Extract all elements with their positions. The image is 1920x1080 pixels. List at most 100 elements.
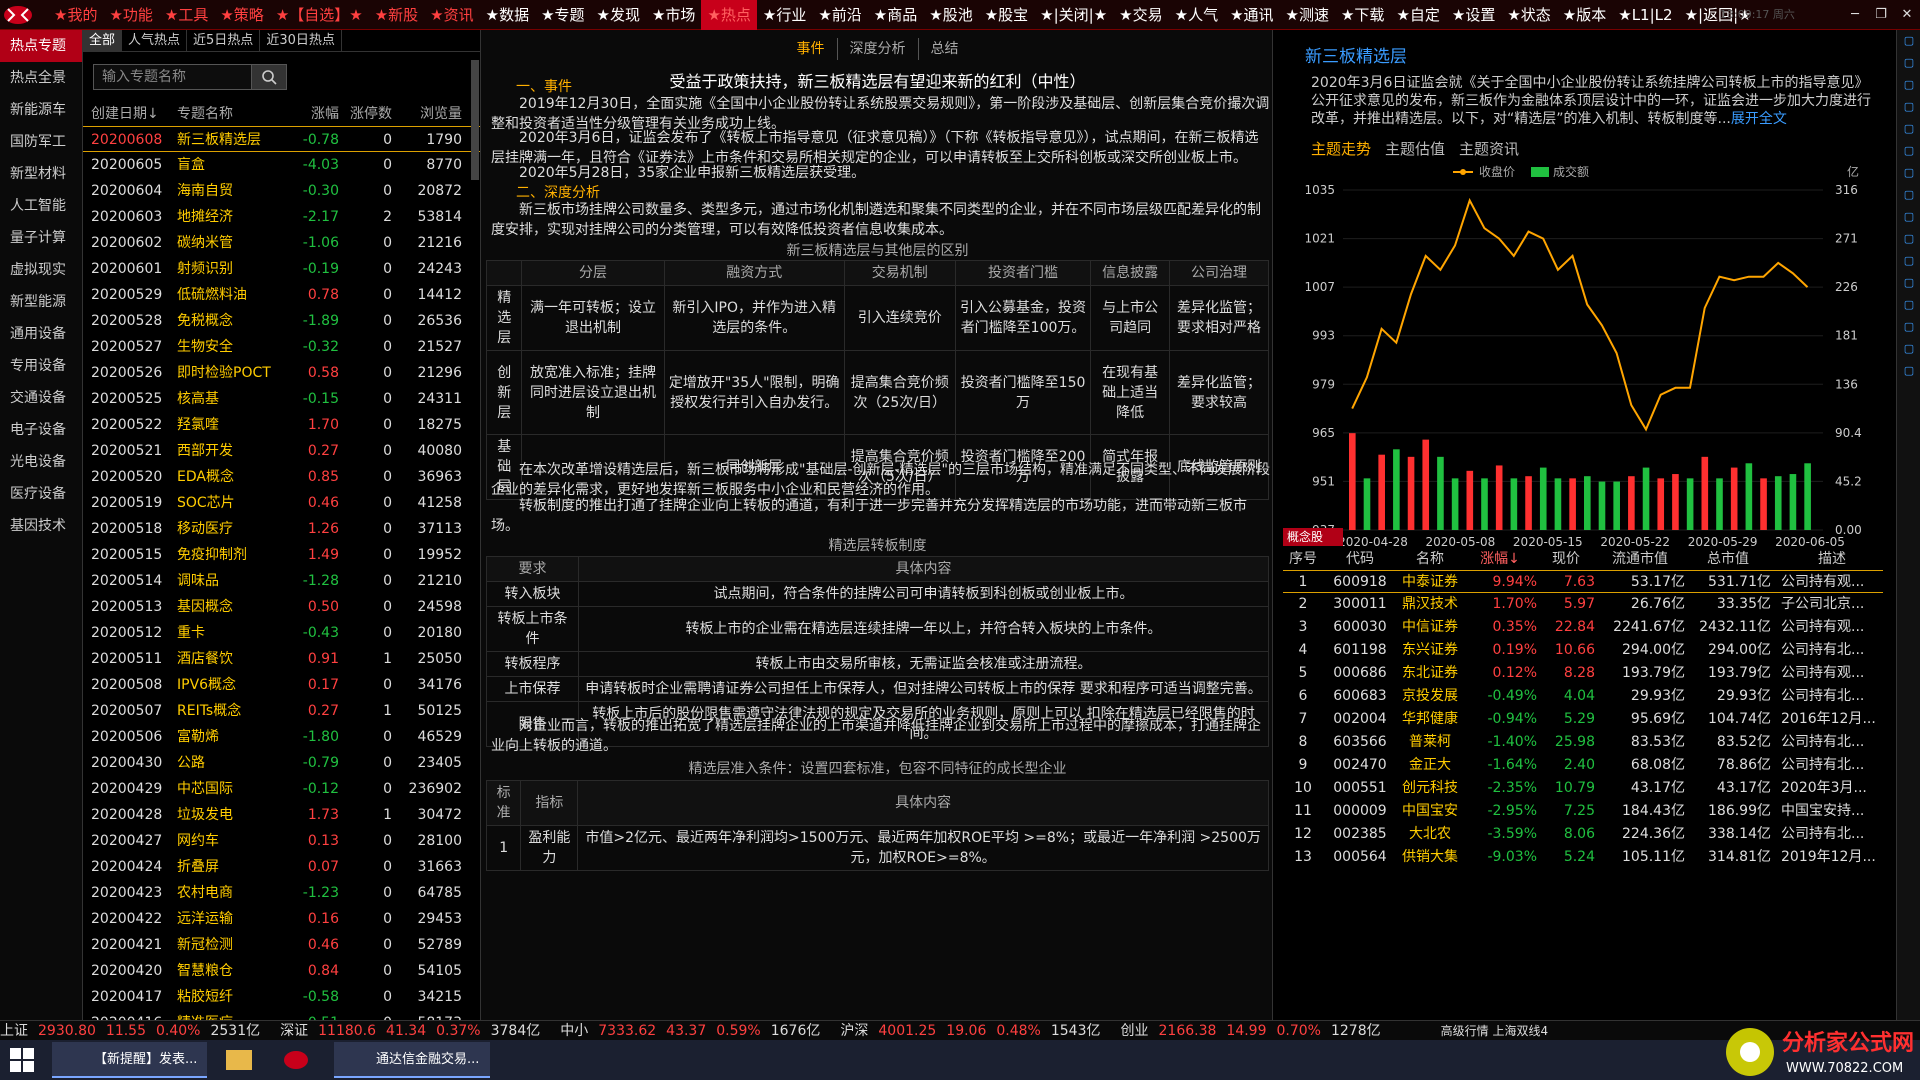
stock-row[interactable]: 12 002385 大北农 -3.59% 8.06 224.36亿 338.14亿 公司持有北…: [1283, 823, 1883, 846]
stock-col-5[interactable]: 流通市值: [1595, 548, 1685, 570]
table-row[interactable]: 20200514 调味品 -1.28 0 21210: [83, 568, 480, 594]
article-tab-1[interactable]: 深度分析: [838, 38, 919, 60]
toolbar-icon-22[interactable]: [1897, 514, 1920, 536]
menu-item-17[interactable]: ★|关闭|★: [1034, 0, 1113, 30]
list-tab-1[interactable]: 人气热点: [122, 30, 188, 52]
list-tab-0[interactable]: 全部: [83, 30, 123, 52]
topic-tab-0[interactable]: 主题走势: [1311, 138, 1371, 159]
menu-item-0[interactable]: ★我的: [48, 0, 103, 30]
menu-item-14[interactable]: ★商品: [868, 0, 923, 30]
taskbar-chrome[interactable]: 【新提醒】发表...: [52, 1042, 207, 1078]
stock-row[interactable]: 4 601198 东兴证券 0.19% 10.66 294.00亿 294.00亿 公司持有北…: [1283, 639, 1883, 662]
topic-tab-2[interactable]: 主题资讯: [1459, 138, 1519, 159]
nav-item-5[interactable]: 人工智能: [0, 190, 82, 222]
stock-row[interactable]: 5 000686 东北证券 0.12% 8.28 193.79亿 193.79亿 公司持有观.…: [1283, 662, 1883, 685]
toolbar-icon-25[interactable]: [1897, 580, 1920, 602]
stock-row[interactable]: 3 600030 中信证券 0.35% 22.84 2241.67亿 2432.11亿 公司持…: [1283, 616, 1883, 639]
nav-item-11[interactable]: 交通设备: [0, 382, 82, 414]
table-row[interactable]: 20200515 免疫抑制剂 1.49 0 19952: [83, 542, 480, 568]
menu-item-25[interactable]: ★状态: [1501, 0, 1556, 30]
app-logo-icon[interactable]: [0, 0, 48, 30]
toolbar-icon-0[interactable]: ▢: [1897, 30, 1920, 52]
toolbar-icon-32[interactable]: [1897, 734, 1920, 756]
menu-item-16[interactable]: ★股宝: [979, 0, 1034, 30]
menu-item-24[interactable]: ★设置: [1446, 0, 1501, 30]
list-col-4[interactable]: 浏览量: [396, 102, 472, 126]
toolbar-icon-13[interactable]: ▢: [1897, 316, 1920, 338]
stock-col-3[interactable]: 涨幅↓: [1463, 548, 1537, 570]
table-row[interactable]: 20200526 即时检验POCT 0.58 0 21296: [83, 360, 480, 386]
toolbar-icon-16[interactable]: [1897, 382, 1920, 404]
menu-item-20[interactable]: ★通讯: [1224, 0, 1279, 30]
stock-row[interactable]: 1 600918 中泰证券 9.94% 7.63 53.17亿 531.71亿 公司持有观..…: [1283, 570, 1883, 593]
nav-item-1[interactable]: 热点全景: [0, 62, 82, 94]
list-col-3[interactable]: 涨停数: [343, 102, 396, 126]
article-tab-0[interactable]: 事件: [785, 38, 838, 60]
table-row[interactable]: 20200608 新三板精选层 -0.78 0 1790: [83, 126, 480, 152]
expand-link[interactable]: 展开全文: [1731, 111, 1787, 127]
menu-item-15[interactable]: ★股池: [923, 0, 978, 30]
menu-item-6[interactable]: ★资讯: [424, 0, 479, 30]
stock-row[interactable]: 6 600683 京投发展 -0.49% 4.04 29.93亿 29.93亿 公司持有北..…: [1283, 685, 1883, 708]
table-row[interactable]: 20200506 富勒烯 -1.80 0 46529: [83, 724, 480, 750]
toolbar-icon-21[interactable]: [1897, 492, 1920, 514]
toolbar-icon-4[interactable]: ▢: [1897, 118, 1920, 140]
nav-item-10[interactable]: 专用设备: [0, 350, 82, 382]
menu-item-18[interactable]: ★交易: [1113, 0, 1168, 30]
menu-item-2[interactable]: ★工具: [159, 0, 214, 30]
toolbar-icon-2[interactable]: ▢: [1897, 74, 1920, 96]
table-row[interactable]: 20200519 SOC芯片 0.46 0 41258: [83, 490, 480, 516]
toolbar-icon-18[interactable]: [1897, 426, 1920, 448]
close-icon[interactable]: ✕: [1894, 0, 1920, 30]
table-row[interactable]: 20200602 碳纳米管 -1.06 0 21216: [83, 230, 480, 256]
toolbar-icon-37[interactable]: [1897, 844, 1920, 866]
toolbar-icon-35[interactable]: [1897, 800, 1920, 822]
menu-item-22[interactable]: ★下载: [1335, 0, 1390, 30]
nav-item-4[interactable]: 新型材料: [0, 158, 82, 190]
stock-col-6[interactable]: 总市值: [1685, 548, 1771, 570]
menu-item-19[interactable]: ★人气: [1169, 0, 1224, 30]
table-row[interactable]: 20200421 新冠检测 0.46 0 52789: [83, 932, 480, 958]
toolbar-icon-39[interactable]: [1897, 888, 1920, 910]
toolbar-icon-6[interactable]: ▢: [1897, 162, 1920, 184]
restore-icon[interactable]: ❐: [1868, 0, 1894, 30]
toolbar-icon-27[interactable]: [1897, 624, 1920, 646]
toolbar-icon-17[interactable]: [1897, 404, 1920, 426]
table-row[interactable]: 20200522 羟氯喹 1.70 0 18275: [83, 412, 480, 438]
table-row[interactable]: 20200529 低硫燃料油 0.78 0 14412: [83, 282, 480, 308]
stock-row[interactable]: 8 603566 普莱柯 -1.40% 25.98 83.53亿 83.52亿 公司持有北..…: [1283, 731, 1883, 754]
stock-row[interactable]: 10 000551 创元科技 -2.35% 10.79 43.17亿 43.17亿 2020年…: [1283, 777, 1883, 800]
toolbar-icon-5[interactable]: ▢: [1897, 140, 1920, 162]
nav-item-14[interactable]: 医疗设备: [0, 478, 82, 510]
nav-item-6[interactable]: 量子计算: [0, 222, 82, 254]
stock-col-0[interactable]: 序号: [1283, 548, 1323, 570]
taskbar-tdx[interactable]: 通达信金融交易...: [334, 1042, 490, 1078]
toolbar-icon-31[interactable]: [1897, 712, 1920, 734]
toolbar-icon-10[interactable]: ▢: [1897, 250, 1920, 272]
topic-search-input[interactable]: 输入专题名称: [93, 64, 271, 90]
menu-item-13[interactable]: ★前沿: [812, 0, 867, 30]
nav-item-12[interactable]: 电子设备: [0, 414, 82, 446]
windows-start-icon[interactable]: [10, 1048, 34, 1076]
list-tab-3[interactable]: 近30日热点: [260, 30, 342, 52]
stock-row[interactable]: 9 002470 金正大 -1.64% 2.40 68.08亿 78.86亿 公司持有北...: [1283, 754, 1883, 777]
nav-item-0[interactable]: 热点专题: [0, 30, 82, 62]
table-row[interactable]: 20200420 智慧粮仓 0.84 0 54105: [83, 958, 480, 984]
menu-item-8[interactable]: ★专题: [535, 0, 590, 30]
toolbar-icon-11[interactable]: ▢: [1897, 272, 1920, 294]
toolbar-icon-30[interactable]: [1897, 690, 1920, 712]
stock-col-4[interactable]: 现价: [1537, 548, 1595, 570]
table-row[interactable]: 20200512 重卡 -0.43 0 20180: [83, 620, 480, 646]
table-row[interactable]: 20200422 远洋运输 0.16 0 29453: [83, 906, 480, 932]
nav-item-8[interactable]: 新型能源: [0, 286, 82, 318]
nav-item-3[interactable]: 国防军工: [0, 126, 82, 158]
menu-item-23[interactable]: ★自定: [1390, 0, 1445, 30]
toolbar-icon-14[interactable]: ▢: [1897, 338, 1920, 360]
stock-row[interactable]: 2 300011 鼎汉技术 1.70% 5.97 26.76亿 33.35亿 子公司北京...: [1283, 593, 1883, 616]
toolbar-icon-36[interactable]: [1897, 822, 1920, 844]
table-row[interactable]: 20200525 核高基 -0.15 0 24311: [83, 386, 480, 412]
stock-col-1[interactable]: 代码: [1323, 548, 1397, 570]
toolbar-icon-9[interactable]: ▢: [1897, 228, 1920, 250]
menu-item-26[interactable]: ★版本: [1557, 0, 1612, 30]
folder-icon[interactable]: [226, 1050, 252, 1070]
